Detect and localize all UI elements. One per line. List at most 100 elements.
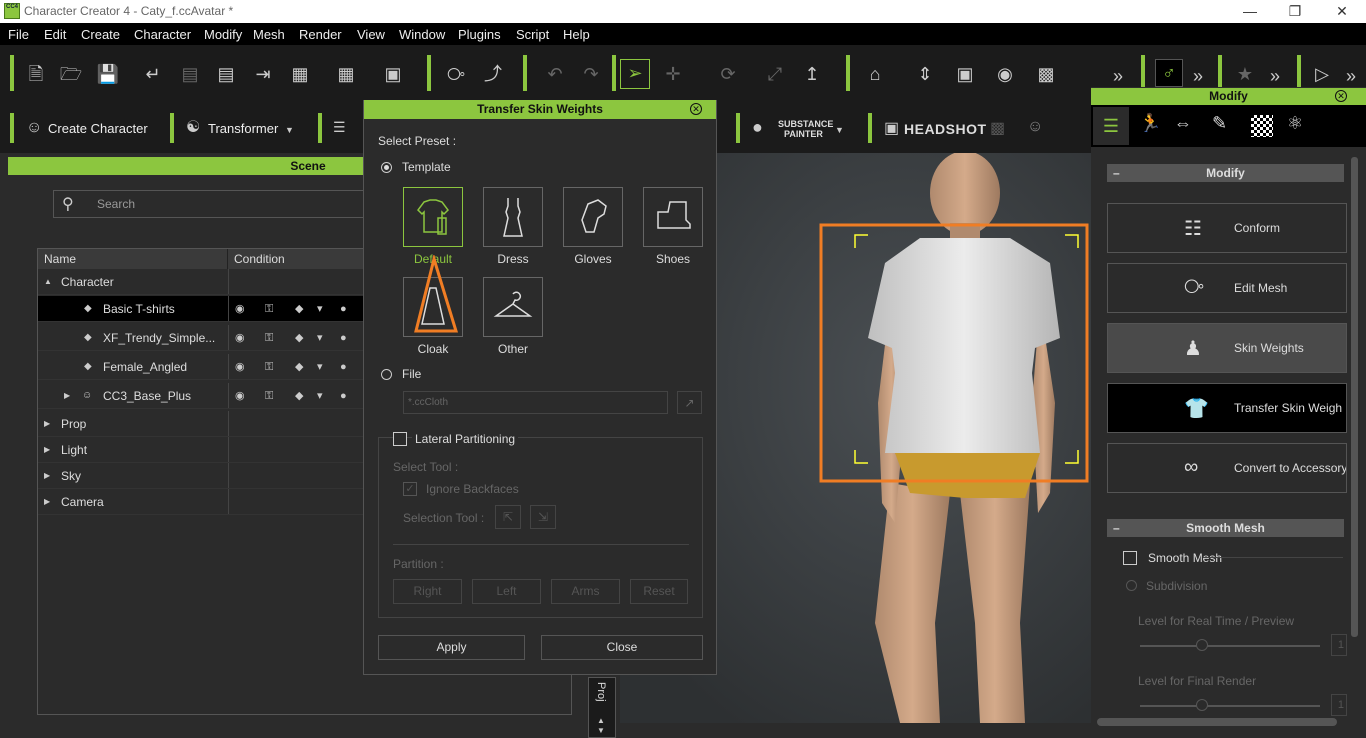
align-icon[interactable]: ↥ [799,61,825,87]
preset-dress[interactable] [483,187,543,247]
expand-toggle-icon[interactable]: ▶ [64,383,70,409]
substance-painter-label-2[interactable]: PAINTER [784,129,823,139]
level-final-slider[interactable] [1140,705,1320,707]
preset-default[interactable] [403,187,463,247]
menu-character[interactable]: Character [134,27,191,42]
scroll-up-icon[interactable]: ▲ [597,716,605,725]
shader-sphere-icon[interactable]: ● [340,296,347,322]
settings-sliders-icon[interactable]: ☰ [333,119,346,136]
expand-toggle-icon[interactable]: ▲ [44,269,52,295]
dropdown-caret-icon[interactable]: ▾ [317,325,323,351]
partition-reset-button[interactable]: Reset [630,579,688,604]
menu-create[interactable]: Create [81,27,120,42]
material-cube-icon[interactable]: ◆ [295,383,303,409]
modify-sliders-tab-icon[interactable]: ☰ [1093,107,1129,145]
texture-tab-icon[interactable] [1251,115,1273,137]
lateral-partitioning-checkbox[interactable] [393,432,407,446]
smooth-mesh-section-header[interactable]: – Smooth Mesh [1107,519,1344,537]
home-icon[interactable]: ⌂ [862,61,888,87]
play-icon[interactable]: ▷ [1309,61,1335,87]
face-scan-icon[interactable]: ☺ [1027,118,1043,136]
visibility-eye-icon[interactable]: ◉ [235,354,245,380]
shader-sphere-icon[interactable]: ● [340,383,347,409]
level-final-slider-handle[interactable] [1196,699,1208,711]
shader-sphere-icon[interactable]: ● [340,325,347,351]
select-arrow-icon[interactable]: ➢ [620,59,650,89]
dropdown-caret-icon[interactable]: ▼ [285,125,294,135]
preset-shoes[interactable] [643,187,703,247]
camera-frame-icon[interactable]: ▩ [1033,61,1059,87]
menu-modify[interactable]: Modify [204,27,242,42]
search-input[interactable]: ⚲ Search [53,190,373,218]
level-final-value[interactable]: 1 [1331,694,1347,716]
export-usd-icon[interactable]: ▤ [213,61,239,87]
export-fbx-icon[interactable]: ▦ [333,61,359,87]
smooth-mesh-checkbox[interactable] [1123,551,1137,565]
move-icon[interactable]: ✛ [660,61,686,87]
appearance-tab-icon[interactable]: ✎ [1212,113,1227,134]
menu-view[interactable]: View [357,27,385,42]
redo-icon[interactable]: ↷ [578,61,604,87]
menu-file[interactable]: File [8,27,29,42]
material-cube-icon[interactable]: ◆ [295,354,303,380]
expand-toggle-icon[interactable]: ▶ [44,437,50,463]
maximize-icon[interactable]: ❐ [1283,2,1307,20]
lock-icon[interactable]: ⚿ [265,354,273,380]
preset-gloves[interactable] [563,187,623,247]
figure-icon[interactable]: ★ [1232,61,1258,87]
physics-tab-icon[interactable]: ⚛ [1287,113,1303,134]
expand-toggle-icon[interactable]: ▶ [44,463,50,489]
undo-icon[interactable]: ↶ [542,61,568,87]
fit-all-icon[interactable]: ▣ [952,61,978,87]
dropdown-caret-icon[interactable]: ▾ [317,296,323,322]
new-file-icon[interactable]: 🗎 [23,61,49,87]
dropdown-caret-icon[interactable]: ▾ [317,354,323,380]
lock-icon[interactable]: ⚿ [265,296,273,322]
export-icon[interactable]: ⇥ [250,61,276,87]
menu-edit[interactable]: Edit [44,27,66,42]
template-radio[interactable] [381,162,392,173]
preset-other[interactable] [483,277,543,337]
partition-arms-button[interactable]: Arms [551,579,620,604]
file-radio[interactable] [381,369,392,380]
expand-toggle-icon[interactable]: ▶ [44,411,50,437]
rotate-icon[interactable]: ⟳ [715,61,741,87]
modify-section-header[interactable]: – Modify [1107,164,1344,182]
character-gender-icon[interactable]: ♂ [1155,59,1183,87]
visibility-eye-icon[interactable]: ◉ [235,296,245,322]
lock-icon[interactable]: ⚿ [265,325,273,351]
dropdown-caret-icon[interactable]: ▼ [835,125,844,135]
minimize-icon[interactable]: — [1238,2,1262,20]
transfer-skin-weights-button[interactable]: 👕 Transfer Skin Weigh [1107,383,1347,433]
conform-button[interactable]: ☷ Conform [1107,203,1347,253]
export-obj-icon[interactable]: ▦ [287,61,313,87]
shader-sphere-icon[interactable]: ● [340,354,347,380]
partition-left-button[interactable]: Left [472,579,541,604]
expand-toggle-icon[interactable]: ▶ [44,489,50,515]
more-chevron-icon[interactable]: » [1262,63,1288,89]
menu-plugins[interactable]: Plugins [458,27,501,42]
cube-icon[interactable]: ⧂ [443,61,469,87]
fit-vertical-icon[interactable]: ⇕ [912,61,938,87]
visibility-eye-icon[interactable]: ◉ [235,383,245,409]
level-realtime-slider[interactable] [1140,645,1320,647]
menu-render[interactable]: Render [299,27,342,42]
morph-tab-icon[interactable]: ⇔ [1174,113,1192,134]
convert-to-accessory-button[interactable]: ∞ Convert to Accessory [1107,443,1347,493]
substance-painter-label-1[interactable]: SUBSTANCE [778,119,833,129]
transformer-button[interactable]: Transformer [208,121,278,136]
menu-help[interactable]: Help [563,27,590,42]
more-chevron-icon[interactable]: » [1105,63,1131,89]
more-chevron-icon[interactable]: » [1185,63,1211,89]
selection-box-icon[interactable]: ⇱ [495,505,521,529]
dialog-close-icon[interactable]: ✕ [690,103,702,115]
headshot-button[interactable]: HEADSHOT [904,121,987,137]
menu-script[interactable]: Script [516,27,549,42]
subdivision-radio[interactable] [1126,580,1137,591]
skin-weights-button[interactable]: ♟ Skin Weights [1107,323,1347,373]
close-button[interactable]: Close [541,635,703,660]
browse-file-icon[interactable]: ↗ [677,391,702,414]
menu-mesh[interactable]: Mesh [253,27,285,42]
lock-icon[interactable]: ⚿ [265,383,273,409]
screen-icon[interactable]: ▣ [380,61,406,87]
